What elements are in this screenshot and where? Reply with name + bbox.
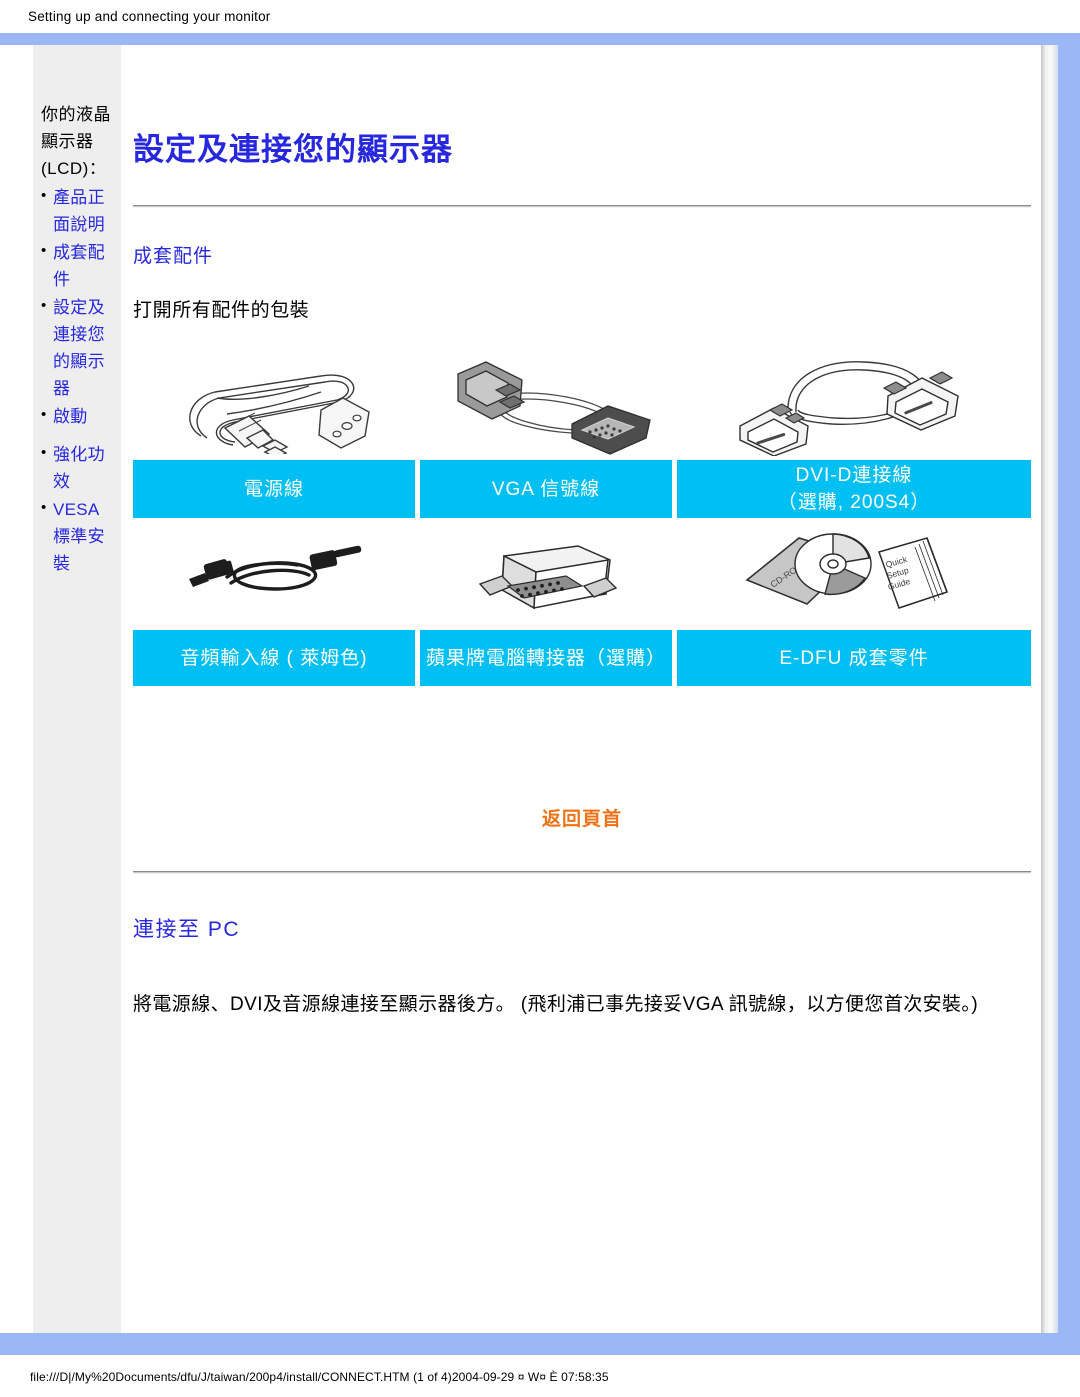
sidebar-item-getting-started[interactable]: 啟動 — [41, 401, 115, 430]
sidebar-item-label[interactable]: VESA 標準安裝 — [53, 496, 115, 577]
accessories-row-1-images — [133, 352, 1031, 460]
sidebar-item-label[interactable]: 產品正面說明 — [53, 184, 115, 238]
accessory-label-audio-cable: 音頻輸入線 ( 萊姆色) — [133, 630, 420, 686]
sidebar-item-optimizing-performance[interactable]: 強化功效 — [41, 439, 115, 495]
accessories-row-1-labels: 電源線 VGA 信號線 DVI-D連接線 （選購, 200S4） — [133, 460, 1031, 518]
sidebar-item-label[interactable]: 成套配件 — [53, 239, 115, 293]
sidebar-item-label[interactable]: 強化功效 — [53, 441, 115, 495]
back-to-top-container: 返回頁首 — [133, 804, 1031, 831]
sidebar-item-setup-and-connect[interactable]: 設定及連接您的顯示器 — [41, 292, 115, 402]
divider-bottom — [133, 871, 1031, 874]
main-content: 設定及連接您的顯示器 成套配件 打開所有配件的包裝 電源線 VGA 信號線 DV… — [121, 45, 1053, 1333]
dvi-label-line-2: （選購, 200S4） — [777, 492, 931, 513]
back-to-top-link[interactable]: 返回頁首 — [542, 809, 622, 830]
sidebar-item-label[interactable]: 設定及連接您的顯示器 — [53, 294, 115, 402]
accessories-row-2-images: CD-ROM Quick Setup Guide — [133, 522, 1031, 630]
cdrom-quick-setup-guide-icon: CD-ROM Quick Setup Guide — [677, 522, 1031, 630]
sidebar-item-accessory-pack[interactable]: 成套配件 — [41, 237, 115, 293]
vertical-scrollbar[interactable] — [1041, 45, 1058, 1333]
sidebar-navigation: 你的液晶顯示器 (LCD)： 產品正面說明 成套配件 設定及連接您的顯示器 啟動… — [33, 45, 121, 1333]
browser-page-frame: 你的液晶顯示器 (LCD)： 產品正面說明 成套配件 設定及連接您的顯示器 啟動… — [0, 33, 1080, 1355]
vga-signal-cable-icon — [420, 352, 677, 460]
accessory-label-vga-cable: VGA 信號線 — [420, 460, 677, 518]
accessories-intro: 打開所有配件的包裝 — [133, 300, 310, 321]
accessory-label-dvi-d-cable: DVI-D連接線 （選購, 200S4） — [677, 460, 1031, 518]
document-surface: 你的液晶顯示器 (LCD)： 產品正面說明 成套配件 設定及連接您的顯示器 啟動… — [0, 45, 1042, 1333]
print-footer-text: file:///D|/My%20Documents/dfu/J/taiwan/2… — [30, 1370, 609, 1384]
sidebar-item-label[interactable]: 啟動 — [53, 403, 115, 430]
accessories-table: 電源線 VGA 信號線 DVI-D連接線 （選購, 200S4） CD-ROM … — [133, 352, 1031, 686]
connect-to-pc-text: 將電源線、DVI及音源線連接至顯示器後方。 (飛利浦已事先接妥VGA 訊號線，以… — [133, 994, 979, 1015]
print-header: Setting up and connecting your monitor — [0, 0, 1080, 33]
dvi-label-line-1: DVI-D連接線 — [795, 465, 913, 486]
accessory-label-power-cord: 電源線 — [133, 460, 420, 518]
accessory-label-mac-adapter: 蘋果牌電腦轉接器（選購） — [420, 630, 677, 686]
power-cord-icon — [133, 352, 420, 460]
dvi-d-cable-icon — [677, 352, 1031, 460]
accessories-row-2-labels: 音頻輸入線 ( 萊姆色) 蘋果牌電腦轉接器（選購） E-DFU 成套零件 — [133, 630, 1031, 686]
divider-top — [133, 205, 1031, 208]
mac-adapter-icon — [420, 522, 677, 630]
accessories-heading: 成套配件 — [133, 246, 214, 267]
sidebar-spacer — [41, 431, 115, 441]
print-footer: file:///D|/My%20Documents/dfu/J/taiwan/2… — [0, 1357, 1080, 1397]
page-title: 設定及連接您的顯示器 — [133, 132, 453, 167]
audio-input-cable-icon — [133, 522, 420, 630]
print-header-text: Setting up and connecting your monitor — [28, 9, 271, 24]
sidebar-item-product-front-view[interactable]: 產品正面說明 — [41, 182, 115, 238]
sidebar-list: 產品正面說明 成套配件 設定及連接您的顯示器 啟動 強化功效 VESA 標準安裝 — [41, 182, 115, 577]
connect-to-pc-heading: 連接至 PC — [133, 918, 241, 941]
accessory-label-edfu-kit: E-DFU 成套零件 — [677, 630, 1031, 686]
sidebar-item-vesa-mount[interactable]: VESA 標準安裝 — [41, 494, 115, 577]
sidebar-title: 你的液晶顯示器 (LCD)： — [41, 105, 111, 178]
